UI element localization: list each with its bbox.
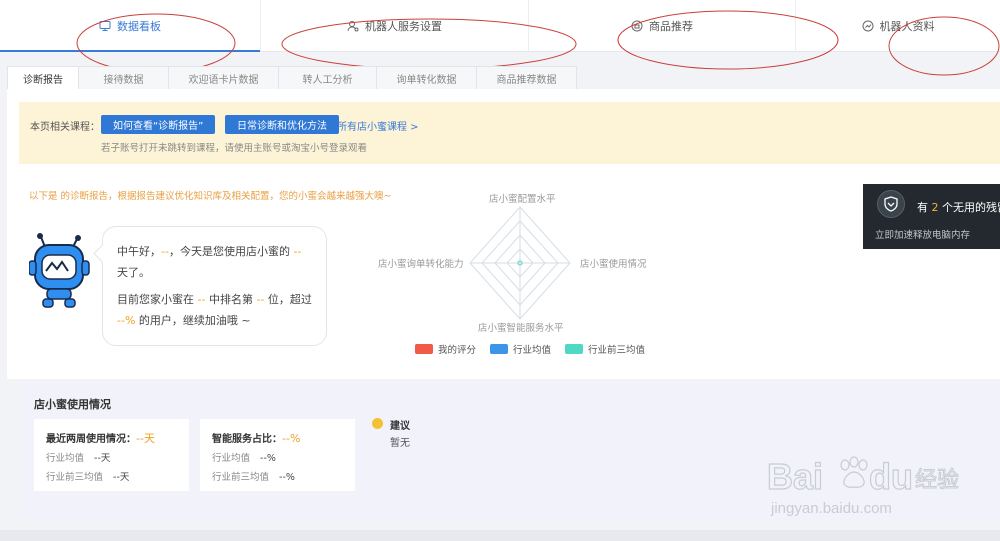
shield-icon [877, 190, 905, 218]
robot-mascot-icon [29, 233, 90, 308]
greet-text: 天了。 [117, 266, 150, 279]
row-value: --天 [113, 472, 130, 483]
greeting-bubble: 中午好，--，今天是您使用店小蜜的 -- 天了。 目前您家小蜜在 -- 中排名第 … [102, 226, 327, 346]
rank-text: 的用户，继续加油哦 ~ [135, 314, 251, 327]
ranking-line: 目前您家小蜜在 -- 中排名第 -- 位，超过 --% 的用户，继续加油哦 ~ [117, 289, 312, 331]
robot-profile-icon [862, 20, 873, 31]
subtab-inquiry-conversion[interactable]: 询单转化数据 [377, 66, 477, 90]
cleanup-popup[interactable]: 有 2 个无用的残留 立即加速释放电脑内存 [863, 184, 1000, 249]
how-to-view-report-button[interactable]: 如何查看“诊断报告” [101, 115, 216, 134]
tab-label: 机器人服务设置 [365, 19, 442, 33]
row-label: 行业均值 [212, 453, 251, 464]
row-label: 行业前三均值 [212, 472, 270, 483]
subtab-reception-data[interactable]: 接待数据 [79, 66, 169, 90]
greet-text: ，今天是您使用店小蜜的 [168, 245, 294, 258]
rank-text: 中排名第 [205, 293, 257, 306]
card-row: 行业均值 --天 [46, 449, 177, 468]
subtab-diagnosis-report[interactable]: 诊断报告 [7, 66, 79, 90]
legend-swatch [490, 344, 509, 354]
card-title-text: 最近两周使用情况： [46, 434, 136, 445]
top-navigation: 数据看板 机器人服务设置 商品推荐 机器人资料 [0, 0, 1000, 52]
greet-text: 中午好， [117, 245, 161, 258]
legend-item-industry-avg[interactable]: 行业均值 [490, 342, 551, 356]
legend-label: 行业前三均值 [588, 345, 646, 356]
banner-tip: 若子账号打开未跳转到课程，请使用主账号或淘宝小号登录观看 [101, 143, 368, 154]
watermark-brand2: du [869, 456, 913, 497]
smart-service-ratio-card: 智能服务占比：--% 行业均值 --% 行业前三均值 --% [200, 419, 355, 491]
row-value: --% [260, 453, 276, 464]
row-value: --% [279, 472, 295, 483]
daily-diagnosis-button[interactable]: 日常诊断和优化方法 [225, 115, 339, 134]
popup-action-link[interactable]: 立即加速释放电脑内存 [875, 227, 970, 241]
bottom-strip [0, 530, 1000, 541]
watermark-url: jingyan.baidu.com [770, 500, 892, 517]
subtab-welcome-card-data[interactable]: 欢迎语卡片数据 [169, 66, 279, 90]
intro-text: 以下是 的诊断报告，根据报告建议优化知识库及相关配置，您的小蜜会越来越强大噢~ [29, 191, 392, 202]
row-label: 行业前三均值 [46, 472, 104, 483]
watermark-brand: Bai [767, 456, 823, 497]
all-courses-link[interactable]: 所有店小蜜课程 > [337, 118, 419, 133]
card-title: 最近两周使用情况：--天 [46, 429, 177, 449]
tab-robot-service-settings[interactable]: 机器人服务设置 [261, 0, 529, 51]
usage-days-value: -- [293, 245, 302, 258]
monitor-icon [99, 20, 111, 31]
radar-legend: 我的评分 行业均值 行业前三均值 [415, 342, 645, 356]
legend-item-top3-avg[interactable]: 行业前三均值 [565, 342, 645, 356]
course-banner: 本页相关课程： 如何查看“诊断报告” 日常诊断和优化方法 所有店小蜜课程 > 若… [19, 102, 1000, 164]
row-value: --天 [94, 453, 111, 464]
popup-text: 有 [917, 201, 932, 214]
user-settings-icon [347, 20, 359, 31]
residue-count: 2 [931, 201, 939, 214]
card-row: 行业前三均值 --% [212, 468, 343, 487]
report-panel: 本页相关课程： 如何查看“诊断报告” 日常诊断和优化方法 所有店小蜜课程 > 若… [7, 89, 1000, 379]
legend-label: 行业均值 [513, 345, 552, 356]
subtab-product-recommend-data[interactable]: 商品推荐数据 [477, 66, 577, 90]
card-title: 智能服务占比：--% [212, 429, 343, 449]
advice-value: 暂无 [390, 438, 410, 449]
two-week-usage-card: 最近两周使用情况：--天 行业均值 --天 行业前三均值 --天 [34, 419, 189, 491]
card-value: --% [282, 432, 301, 445]
legend-label: 我的评分 [438, 345, 477, 356]
watermark-cn: 经验 [915, 468, 959, 493]
product-icon [631, 20, 643, 31]
legend-swatch [565, 344, 584, 354]
card-value: --天 [136, 432, 155, 445]
sub-tabs: 诊断报告 接待数据 欢迎语卡片数据 转人工分析 询单转化数据 商品推荐数据 [7, 66, 577, 90]
legend-item-my-score[interactable]: 我的评分 [415, 342, 476, 356]
card-title-text: 智能服务占比： [212, 434, 282, 445]
card-row: 行业前三均值 --天 [46, 468, 177, 487]
card-row: 行业均值 --% [212, 449, 343, 468]
lightbulb-icon [372, 418, 383, 429]
rank-text: 目前您家小蜜在 [117, 293, 198, 306]
shop-name-value: -- [161, 245, 169, 258]
baidu-watermark: Bai du 经验 jingyan.baidu.com [765, 445, 965, 525]
tab-product-recommend[interactable]: 商品推荐 [529, 0, 796, 51]
greeting-line: 中午好，--，今天是您使用店小蜜的 -- 天了。 [117, 241, 312, 283]
baidu-logo-icon: Bai du 经验 jingyan.baidu.com [766, 455, 959, 517]
tab-label: 机器人资料 [879, 19, 935, 33]
row-label: 行业均值 [46, 453, 85, 464]
rank-text: 位，超过 [264, 293, 312, 306]
popup-text: 个无用的残留 [941, 201, 1000, 214]
usage-title: 店小蜜使用情况 [34, 398, 111, 411]
tab-label: 数据看板 [117, 19, 161, 33]
advice-title: 建议 [390, 421, 410, 432]
tab-label: 商品推荐 [649, 19, 693, 33]
exceed-percent-value: --% [117, 314, 136, 327]
popup-title: 有 2 个无用的残留 [917, 199, 1000, 215]
subtab-transfer-analysis[interactable]: 转人工分析 [279, 66, 377, 90]
tab-data-dashboard[interactable]: 数据看板 [0, 0, 261, 52]
banner-label: 本页相关课程： [30, 122, 100, 133]
legend-swatch [415, 344, 433, 354]
tab-robot-profile[interactable]: 机器人资料 [796, 0, 1000, 51]
